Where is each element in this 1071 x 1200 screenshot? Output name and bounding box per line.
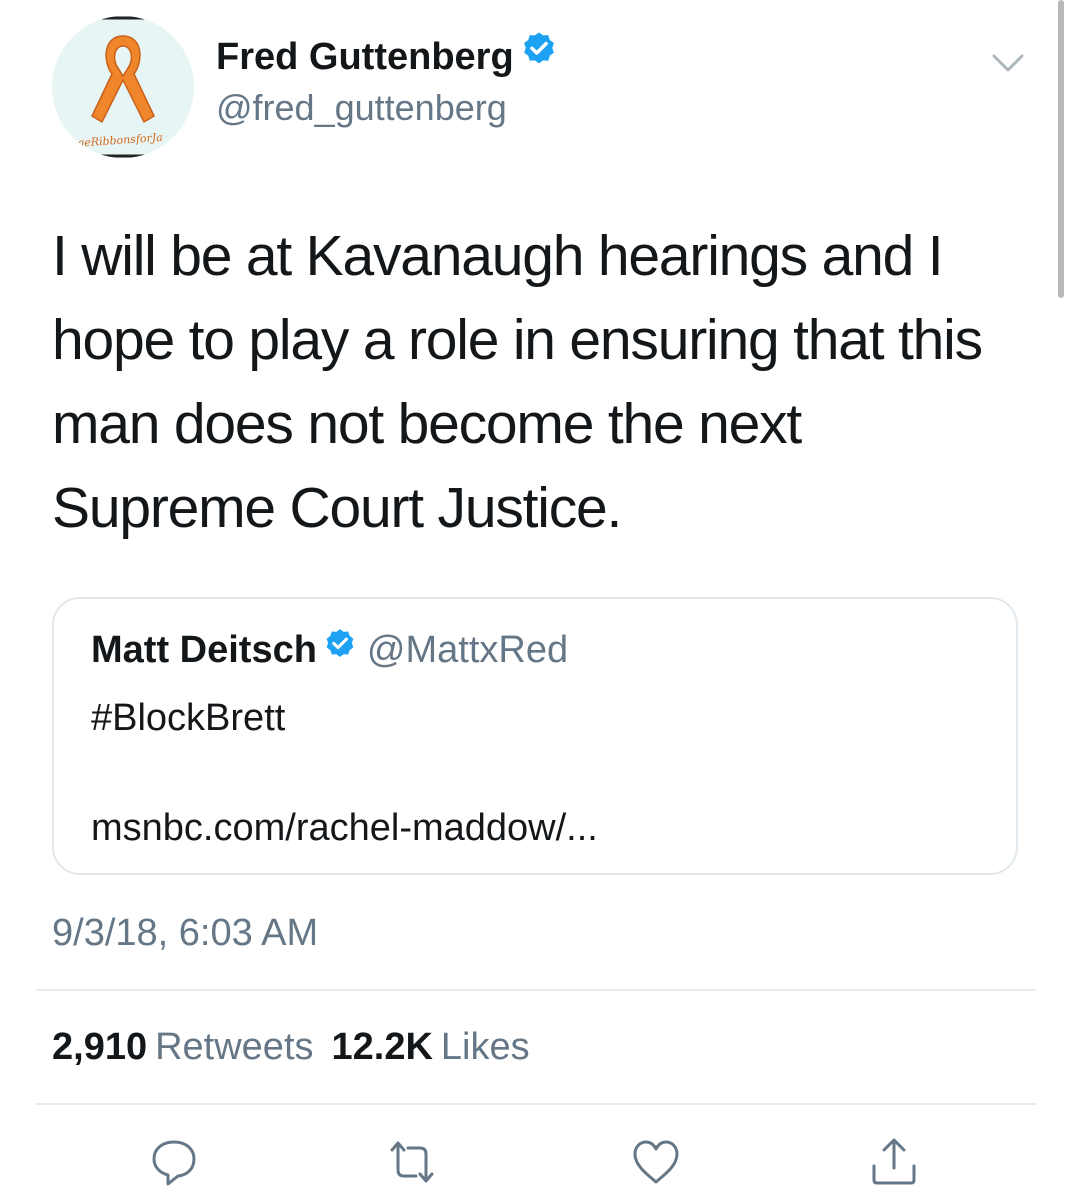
verified-badge-icon (323, 626, 357, 672)
likes-stat[interactable]: 12.2K Likes (332, 1026, 548, 1068)
tweet-text: I will be at Kavanaugh hearings and I ho… (52, 224, 983, 540)
quoted-tweet-link[interactable]: msnbc.com/rachel-maddow/... (91, 805, 598, 851)
retweets-count: 2,910 (52, 1026, 148, 1068)
likes-label: Likes (440, 1026, 530, 1068)
quoted-author-handle: @MattxRed (366, 629, 569, 671)
quoted-tweet-card[interactable]: Matt Deitsch @MattxRed #BlockBrett msnbc… (52, 597, 1018, 875)
author-name-text: Fred Guttenberg (216, 36, 514, 78)
share-icon[interactable] (868, 1136, 920, 1188)
quoted-tweet-hashtag[interactable]: #BlockBrett (91, 695, 285, 741)
like-icon[interactable] (630, 1136, 682, 1188)
retweet-icon[interactable] (384, 1136, 436, 1188)
quoted-tweet-header: Matt Deitsch @MattxRed (91, 627, 568, 675)
avatar[interactable]: ngeRibbonsforJa (52, 16, 194, 158)
divider (36, 989, 1036, 991)
author-handle[interactable]: @fred_guttenberg (216, 86, 507, 130)
tweet-timestamp: 9/3/18, 6:03 AM (52, 912, 319, 954)
tweet-stats: 2,910 Retweets 12.2K Likes (52, 1024, 548, 1070)
quoted-author-name: Matt Deitsch (91, 629, 317, 671)
chevron-down-icon[interactable] (990, 48, 1026, 76)
divider (36, 1103, 1036, 1105)
reply-icon[interactable] (148, 1136, 200, 1188)
retweets-stat[interactable]: 2,910 Retweets (52, 1026, 332, 1068)
verified-badge-icon (520, 30, 558, 79)
likes-count: 12.2K (331, 1026, 433, 1068)
author-display-name[interactable]: Fred Guttenberg (216, 32, 558, 83)
retweets-label: Retweets (155, 1026, 314, 1068)
scrollbar[interactable] (1058, 0, 1064, 298)
